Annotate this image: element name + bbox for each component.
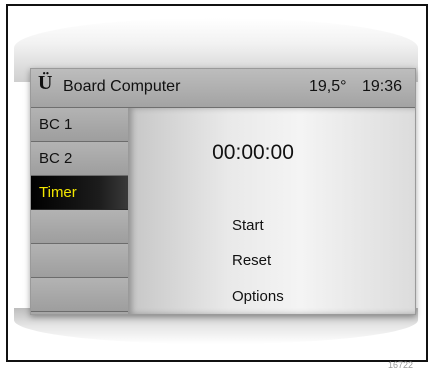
page-title: Board Computer xyxy=(63,78,181,95)
board-computer-screen: Ü Board Computer 19,5° 19:36 BC 1 BC 2 T… xyxy=(30,68,416,315)
sidebar-item-empty-2[interactable] xyxy=(31,244,128,278)
sidebar-item-label: Timer xyxy=(39,184,77,201)
sidebar-item-label: BC 2 xyxy=(39,150,73,167)
sidebar-item-empty-1[interactable] xyxy=(31,210,128,244)
temperature-readout: 19,5° xyxy=(309,78,347,95)
sidebar-item-bc2[interactable]: BC 2 xyxy=(31,142,128,176)
options-button[interactable]: Options xyxy=(232,288,284,305)
timer-panel: 00:00:00 Start Reset Options xyxy=(128,108,415,314)
figure-number: 16722 xyxy=(388,360,414,370)
clock-readout: 19:36 xyxy=(362,78,403,95)
sidebar-item-bc1[interactable]: BC 1 xyxy=(31,108,128,142)
logo-icon: Ü xyxy=(38,72,53,94)
header-bar: Ü Board Computer 19,5° 19:36 xyxy=(31,69,415,108)
sidebar-item-empty-3[interactable] xyxy=(31,278,128,312)
sidebar-item-label: BC 1 xyxy=(39,116,73,133)
sidebar-menu: BC 1 BC 2 Timer xyxy=(31,108,128,314)
reset-button[interactable]: Reset xyxy=(232,252,271,269)
start-button[interactable]: Start xyxy=(232,217,264,234)
timer-display: 00:00:00 xyxy=(212,141,294,164)
sidebar-item-timer[interactable]: Timer xyxy=(31,176,128,210)
